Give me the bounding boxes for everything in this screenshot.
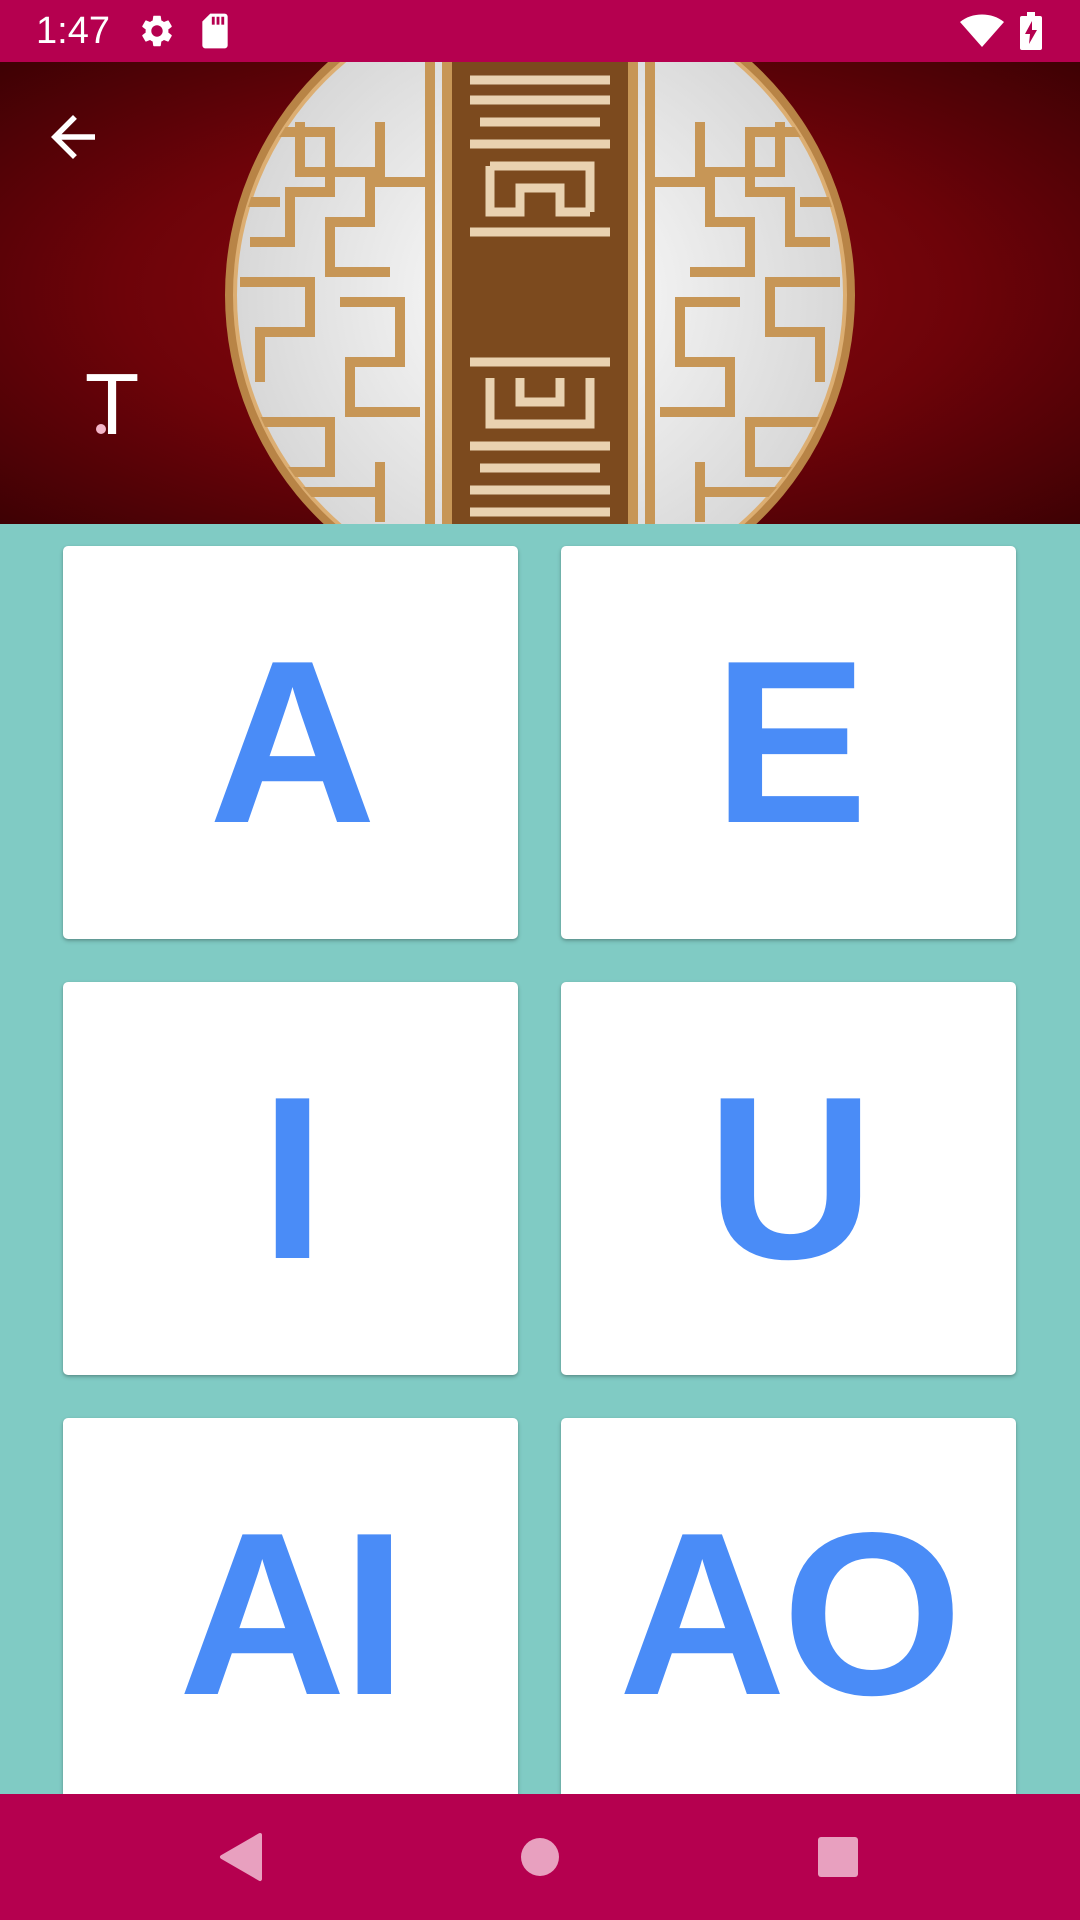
vowel-card-i[interactable]: I — [63, 982, 518, 1375]
nav-home-button[interactable] — [505, 1822, 575, 1892]
sd-card-icon — [202, 13, 228, 49]
vowel-card-ai[interactable]: AI — [63, 1418, 518, 1794]
nav-recents-button[interactable] — [803, 1822, 873, 1892]
card-label: I — [260, 1048, 325, 1308]
card-label: AI — [178, 1484, 407, 1744]
nav-recents-icon — [818, 1837, 858, 1877]
header-banner: T — [0, 62, 1080, 524]
nav-home-icon — [521, 1838, 559, 1876]
vowel-card-ao[interactable]: AO — [561, 1418, 1016, 1794]
nav-back-button[interactable] — [205, 1822, 275, 1892]
card-label: A — [208, 612, 377, 872]
lattice-window-image — [225, 62, 855, 524]
battery-charging-icon — [1020, 12, 1042, 50]
nav-back-icon — [220, 1833, 262, 1881]
vowel-grid: A E I U AI AO — [0, 524, 1080, 1794]
card-label: AO — [618, 1484, 963, 1744]
header-glyph: T — [86, 359, 138, 454]
wifi-icon — [960, 14, 1004, 47]
arrow-back-icon[interactable] — [40, 104, 106, 170]
status-time: 1:47 — [36, 10, 110, 52]
system-nav-bar — [0, 1794, 1080, 1920]
card-label: E — [713, 612, 868, 872]
vowel-card-u[interactable]: U — [561, 982, 1016, 1375]
status-bar: 1:47 — [0, 0, 1080, 62]
glyph-tone-dot — [96, 424, 106, 434]
settings-icon — [142, 15, 172, 47]
card-label: U — [706, 1048, 875, 1308]
app-screen: 1:47 T A E I U AI AO — [0, 0, 1080, 1920]
vowel-card-e[interactable]: E — [561, 546, 1016, 939]
vowel-card-a[interactable]: A — [63, 546, 518, 939]
